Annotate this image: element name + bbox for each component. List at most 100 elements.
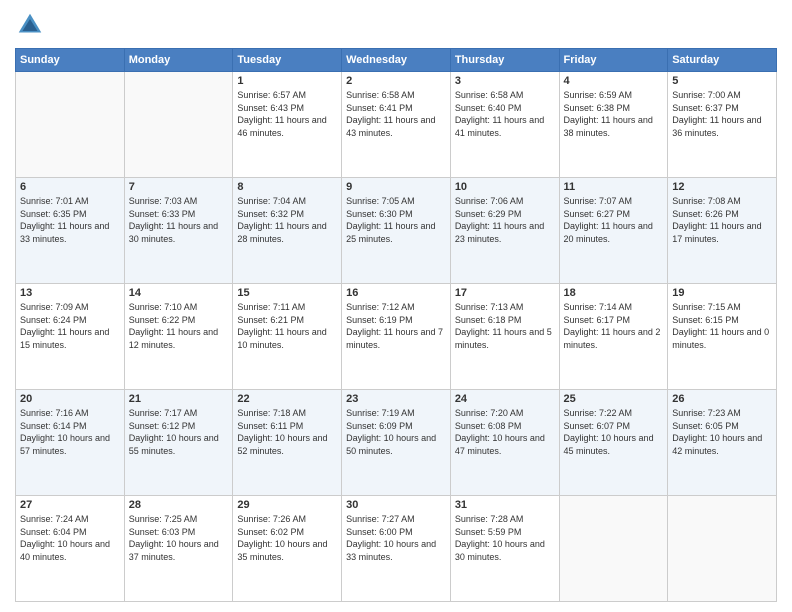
calendar-cell: 28 Sunrise: 7:25 AM Sunset: 6:03 PM Dayli… — [124, 496, 233, 602]
calendar-week-5: 27 Sunrise: 7:24 AM Sunset: 6:04 PM Dayli… — [16, 496, 777, 602]
day-number: 11 — [564, 181, 664, 193]
page: SundayMondayTuesdayWednesdayThursdayFrid… — [0, 0, 792, 612]
calendar-cell: 21 Sunrise: 7:17 AM Sunset: 6:12 PM Dayli… — [124, 390, 233, 496]
header — [15, 10, 777, 40]
day-info: Sunrise: 7:25 AM Sunset: 6:03 PM Dayligh… — [129, 513, 229, 563]
calendar-cell: 20 Sunrise: 7:16 AM Sunset: 6:14 PM Dayli… — [16, 390, 125, 496]
calendar-week-1: 1 Sunrise: 6:57 AM Sunset: 6:43 PM Daylig… — [16, 72, 777, 178]
calendar-header-row: SundayMondayTuesdayWednesdayThursdayFrid… — [16, 49, 777, 72]
calendar-cell: 14 Sunrise: 7:10 AM Sunset: 6:22 PM Dayli… — [124, 284, 233, 390]
day-number: 5 — [672, 75, 772, 87]
calendar-header-sunday: Sunday — [16, 49, 125, 72]
calendar-cell: 13Sunrise: 7:09 AM Sunset: 6:24 PM Dayli… — [16, 284, 125, 390]
day-info: Sunrise: 7:22 AM Sunset: 6:07 PM Dayligh… — [564, 407, 664, 457]
calendar-header-saturday: Saturday — [668, 49, 777, 72]
day-number: 21 — [129, 393, 229, 405]
calendar-cell — [559, 496, 668, 602]
day-number: 22 — [237, 393, 337, 405]
day-info: Sunrise: 6:59 AM Sunset: 6:38 PM Dayligh… — [564, 89, 664, 139]
day-number: 1 — [237, 75, 337, 87]
day-info: Sunrise: 7:12 AM Sunset: 6:19 PM Dayligh… — [346, 301, 446, 351]
calendar-cell: 3Sunrise: 6:58 AM Sunset: 6:40 PM Daylig… — [450, 72, 559, 178]
day-info: Sunrise: 7:08 AM Sunset: 6:26 PM Dayligh… — [672, 195, 772, 245]
calendar-cell: 27 Sunrise: 7:24 AM Sunset: 6:04 PM Dayli… — [16, 496, 125, 602]
day-info: Sunrise: 7:16 AM Sunset: 6:14 PM Dayligh… — [20, 407, 120, 457]
day-info: Sunrise: 7:06 AM Sunset: 6:29 PM Dayligh… — [455, 195, 555, 245]
day-info: Sunrise: 7:04 AM Sunset: 6:32 PM Dayligh… — [237, 195, 337, 245]
calendar-cell: 5Sunrise: 7:00 AM Sunset: 6:37 PM Daylig… — [668, 72, 777, 178]
calendar-cell: 17Sunrise: 7:13 AM Sunset: 6:18 PM Dayli… — [450, 284, 559, 390]
calendar-header-friday: Friday — [559, 49, 668, 72]
day-number: 23 — [346, 393, 446, 405]
day-number: 30 — [346, 499, 446, 511]
day-number: 19 — [672, 287, 772, 299]
day-info: Sunrise: 7:11 AM Sunset: 6:21 PM Dayligh… — [237, 301, 337, 351]
day-info: Sunrise: 7:28 AM Sunset: 5:59 PM Dayligh… — [455, 513, 555, 563]
calendar-cell: 7Sunrise: 7:03 AM Sunset: 6:33 PM Daylig… — [124, 178, 233, 284]
calendar-cell — [16, 72, 125, 178]
calendar-cell: 18 Sunrise: 7:14 AM Sunset: 6:17 PM Dayli… — [559, 284, 668, 390]
calendar-cell: 6Sunrise: 7:01 AM Sunset: 6:35 PM Daylig… — [16, 178, 125, 284]
day-info: Sunrise: 7:15 AM Sunset: 6:15 PM Dayligh… — [672, 301, 772, 351]
calendar-cell: 11 Sunrise: 7:07 AM Sunset: 6:27 PM Dayli… — [559, 178, 668, 284]
day-info: Sunrise: 7:07 AM Sunset: 6:27 PM Dayligh… — [564, 195, 664, 245]
calendar-header-wednesday: Wednesday — [342, 49, 451, 72]
calendar-cell — [668, 496, 777, 602]
calendar-cell: 26 Sunrise: 7:23 AM Sunset: 6:05 PM Dayli… — [668, 390, 777, 496]
calendar-cell: 16 Sunrise: 7:12 AM Sunset: 6:19 PM Dayli… — [342, 284, 451, 390]
day-number: 12 — [672, 181, 772, 193]
day-info: Sunrise: 6:58 AM Sunset: 6:41 PM Dayligh… — [346, 89, 446, 139]
calendar-week-4: 20 Sunrise: 7:16 AM Sunset: 6:14 PM Dayli… — [16, 390, 777, 496]
day-number: 28 — [129, 499, 229, 511]
day-info: Sunrise: 7:17 AM Sunset: 6:12 PM Dayligh… — [129, 407, 229, 457]
day-number: 18 — [564, 287, 664, 299]
day-number: 10 — [455, 181, 555, 193]
day-number: 25 — [564, 393, 664, 405]
day-number: 14 — [129, 287, 229, 299]
day-number: 27 — [20, 499, 120, 511]
day-info: Sunrise: 7:20 AM Sunset: 6:08 PM Dayligh… — [455, 407, 555, 457]
calendar-table: SundayMondayTuesdayWednesdayThursdayFrid… — [15, 48, 777, 602]
logo-icon — [15, 10, 45, 40]
day-number: 4 — [564, 75, 664, 87]
calendar-cell: 2Sunrise: 6:58 AM Sunset: 6:41 PM Daylig… — [342, 72, 451, 178]
day-number: 26 — [672, 393, 772, 405]
calendar-week-2: 6Sunrise: 7:01 AM Sunset: 6:35 PM Daylig… — [16, 178, 777, 284]
calendar-cell: 24Sunrise: 7:20 AM Sunset: 6:08 PM Dayli… — [450, 390, 559, 496]
calendar-cell: 19 Sunrise: 7:15 AM Sunset: 6:15 PM Dayli… — [668, 284, 777, 390]
day-info: Sunrise: 7:19 AM Sunset: 6:09 PM Dayligh… — [346, 407, 446, 457]
day-info: Sunrise: 7:09 AM Sunset: 6:24 PM Dayligh… — [20, 301, 120, 351]
calendar-cell: 4 Sunrise: 6:59 AM Sunset: 6:38 PM Daylig… — [559, 72, 668, 178]
calendar-cell: 25 Sunrise: 7:22 AM Sunset: 6:07 PM Dayli… — [559, 390, 668, 496]
day-number: 6 — [20, 181, 120, 193]
day-info: Sunrise: 7:24 AM Sunset: 6:04 PM Dayligh… — [20, 513, 120, 563]
calendar-cell: 12 Sunrise: 7:08 AM Sunset: 6:26 PM Dayli… — [668, 178, 777, 284]
calendar-cell: 9 Sunrise: 7:05 AM Sunset: 6:30 PM Daylig… — [342, 178, 451, 284]
calendar-cell: 1 Sunrise: 6:57 AM Sunset: 6:43 PM Daylig… — [233, 72, 342, 178]
calendar-header-monday: Monday — [124, 49, 233, 72]
day-info: Sunrise: 7:23 AM Sunset: 6:05 PM Dayligh… — [672, 407, 772, 457]
day-number: 31 — [455, 499, 555, 511]
day-info: Sunrise: 7:03 AM Sunset: 6:33 PM Dayligh… — [129, 195, 229, 245]
calendar-cell: 8 Sunrise: 7:04 AM Sunset: 6:32 PM Daylig… — [233, 178, 342, 284]
day-number: 8 — [237, 181, 337, 193]
logo — [15, 10, 49, 40]
calendar-cell: 15Sunrise: 7:11 AM Sunset: 6:21 PM Dayli… — [233, 284, 342, 390]
calendar-week-3: 13Sunrise: 7:09 AM Sunset: 6:24 PM Dayli… — [16, 284, 777, 390]
day-info: Sunrise: 7:18 AM Sunset: 6:11 PM Dayligh… — [237, 407, 337, 457]
calendar-cell: 29Sunrise: 7:26 AM Sunset: 6:02 PM Dayli… — [233, 496, 342, 602]
day-info: Sunrise: 7:05 AM Sunset: 6:30 PM Dayligh… — [346, 195, 446, 245]
day-number: 20 — [20, 393, 120, 405]
day-info: Sunrise: 7:13 AM Sunset: 6:18 PM Dayligh… — [455, 301, 555, 351]
calendar-cell: 30Sunrise: 7:27 AM Sunset: 6:00 PM Dayli… — [342, 496, 451, 602]
calendar-header-thursday: Thursday — [450, 49, 559, 72]
day-info: Sunrise: 6:57 AM Sunset: 6:43 PM Dayligh… — [237, 89, 337, 139]
day-number: 9 — [346, 181, 446, 193]
day-info: Sunrise: 7:26 AM Sunset: 6:02 PM Dayligh… — [237, 513, 337, 563]
day-number: 16 — [346, 287, 446, 299]
day-info: Sunrise: 6:58 AM Sunset: 6:40 PM Dayligh… — [455, 89, 555, 139]
calendar-cell: 10 Sunrise: 7:06 AM Sunset: 6:29 PM Dayli… — [450, 178, 559, 284]
day-info: Sunrise: 7:14 AM Sunset: 6:17 PM Dayligh… — [564, 301, 664, 351]
day-info: Sunrise: 7:10 AM Sunset: 6:22 PM Dayligh… — [129, 301, 229, 351]
calendar-cell: 23 Sunrise: 7:19 AM Sunset: 6:09 PM Dayli… — [342, 390, 451, 496]
